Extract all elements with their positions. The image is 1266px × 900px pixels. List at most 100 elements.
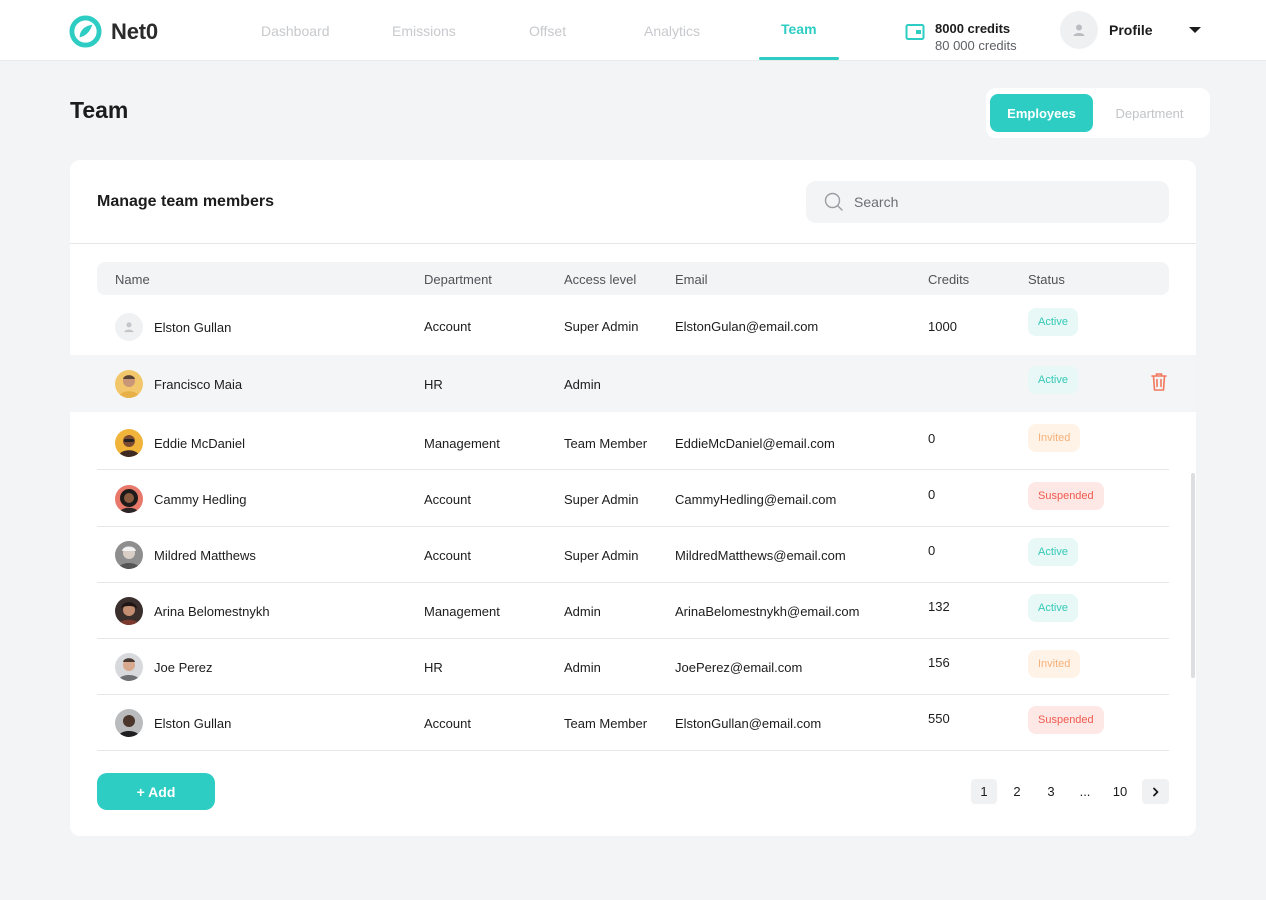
page-1-button[interactable]: 1: [971, 779, 997, 804]
nav-team[interactable]: Team: [781, 21, 817, 37]
member-access: Admin: [564, 377, 601, 392]
add-member-button[interactable]: + Add: [97, 773, 215, 810]
nav-emissions[interactable]: Emissions: [392, 23, 456, 39]
status-badge: Active: [1028, 366, 1078, 394]
table-row[interactable]: Elston Gullan Account Super Admin Elston…: [97, 297, 1169, 353]
table-row[interactable]: Mildred Matthews Account Super Admin Mil…: [97, 527, 1169, 583]
status-badge: Active: [1028, 538, 1078, 566]
status-badge: Suspended: [1028, 482, 1104, 510]
avatar: [115, 485, 143, 513]
profile-menu[interactable]: Profile: [1060, 11, 1201, 49]
table-row[interactable]: Arina Belomestnykh Management Admin Arin…: [97, 583, 1169, 639]
avatar: [115, 370, 143, 398]
member-credits: 156: [928, 655, 950, 670]
nav-dashboard[interactable]: Dashboard: [261, 23, 330, 39]
member-credits: 550: [928, 711, 950, 726]
member-department: Management: [424, 604, 500, 619]
member-email: ElstonGulan@email.com: [675, 319, 819, 334]
divider: [70, 243, 1196, 244]
member-name: Mildred Matthews: [154, 548, 256, 563]
member-name: Francisco Maia: [154, 377, 243, 392]
credits-total: 80 000 credits: [935, 38, 1017, 53]
scrollbar-thumb[interactable]: [1191, 473, 1195, 678]
top-navigation-bar: Net0 Dashboard Emissions Offset Analytic…: [0, 0, 1266, 61]
table-header: Name Department Access level Email Credi…: [97, 262, 1169, 295]
column-department[interactable]: Department: [424, 272, 492, 287]
view-toggle: Employees Department: [986, 88, 1210, 138]
column-name[interactable]: Name: [115, 272, 150, 287]
table-row[interactable]: Cammy Hedling Account Super Admin CammyH…: [97, 471, 1169, 527]
table-row[interactable]: Francisco Maia HR Admin Active: [70, 355, 1196, 412]
member-access: Super Admin: [564, 319, 639, 334]
member-department: Management: [424, 436, 500, 451]
avatar: [115, 597, 143, 625]
status-badge: Invited: [1028, 424, 1081, 452]
page-ellipsis: ...: [1079, 784, 1091, 799]
member-access: Team Member: [564, 716, 648, 731]
member-access: Admin: [564, 604, 601, 619]
avatar: [115, 653, 143, 681]
user-icon: [1073, 24, 1085, 36]
member-name: Cammy Hedling: [154, 492, 247, 507]
page-10-button[interactable]: 10: [1112, 779, 1128, 804]
search-input[interactable]: [854, 194, 1154, 210]
trash-icon[interactable]: [1150, 372, 1168, 392]
member-name: Elston Gullan: [154, 320, 232, 335]
credits-balance: 8000 credits: [935, 21, 1011, 36]
row-divider: [97, 469, 1169, 470]
toggle-employees[interactable]: Employees: [990, 94, 1093, 132]
member-access: Team Member: [564, 436, 648, 451]
member-credits: 0: [928, 431, 936, 446]
page-title: Team: [70, 97, 129, 123]
next-page-button[interactable]: [1142, 779, 1169, 804]
card-title: Manage team members: [97, 193, 274, 210]
member-department: Account: [424, 492, 471, 507]
profile-avatar: [1060, 11, 1098, 49]
column-email[interactable]: Email: [675, 272, 708, 287]
avatar: [115, 313, 143, 341]
profile-label: Profile: [1109, 22, 1153, 38]
avatar: [115, 429, 143, 457]
member-department: Account: [424, 319, 471, 334]
table-row[interactable]: Elston Gullan Account Team Member Elston…: [97, 695, 1169, 751]
member-access: Admin: [564, 660, 601, 675]
table-row[interactable]: Eddie McDaniel Management Team Member Ed…: [97, 414, 1169, 470]
user-icon: [124, 322, 134, 333]
member-email: MildredMatthews@email.com: [675, 548, 846, 563]
column-credits[interactable]: Credits: [928, 272, 969, 287]
status-badge: Invited: [1028, 650, 1081, 678]
column-access-level[interactable]: Access level: [564, 272, 636, 287]
nav-active-indicator: [759, 57, 839, 60]
member-credits: 0: [928, 543, 936, 558]
member-department: HR: [424, 660, 443, 675]
credits-summary: 8000 credits 80 000 credits: [905, 20, 1017, 54]
member-department: Account: [424, 548, 471, 563]
member-name: Arina Belomestnykh: [154, 604, 270, 619]
member-credits: 1000: [928, 319, 957, 334]
member-credits: 132: [928, 599, 950, 614]
member-access: Super Admin: [564, 492, 639, 507]
page-3-button[interactable]: 3: [1046, 779, 1056, 804]
search-box[interactable]: [806, 181, 1169, 223]
member-name: Joe Perez: [154, 660, 213, 675]
table-row[interactable]: Joe Perez HR Admin JoePerez@email.com 15…: [97, 639, 1169, 695]
column-status[interactable]: Status: [1028, 272, 1065, 287]
brand-logo[interactable]: Net0: [69, 15, 158, 48]
chevron-right-icon: [1152, 787, 1158, 796]
net0-logo-icon: [69, 15, 102, 48]
member-email: EddieMcDaniel@email.com: [675, 436, 835, 451]
team-members-card: Manage team members Name Department Acce…: [70, 160, 1196, 836]
chevron-down-icon[interactable]: [1188, 27, 1201, 33]
nav-analytics[interactable]: Analytics: [644, 23, 700, 39]
brand-name: Net0: [111, 18, 158, 44]
member-name: Eddie McDaniel: [154, 436, 246, 451]
nav-offset[interactable]: Offset: [529, 23, 566, 39]
avatar: [115, 541, 143, 569]
status-badge: Active: [1028, 594, 1078, 622]
row-divider: [97, 750, 1169, 751]
member-email: ElstonGullan@email.com: [675, 716, 822, 731]
page-2-button[interactable]: 2: [1012, 779, 1022, 804]
member-name: Elston Gullan: [154, 716, 232, 731]
wallet-icon: [905, 24, 925, 40]
toggle-department[interactable]: Department: [1093, 94, 1206, 132]
